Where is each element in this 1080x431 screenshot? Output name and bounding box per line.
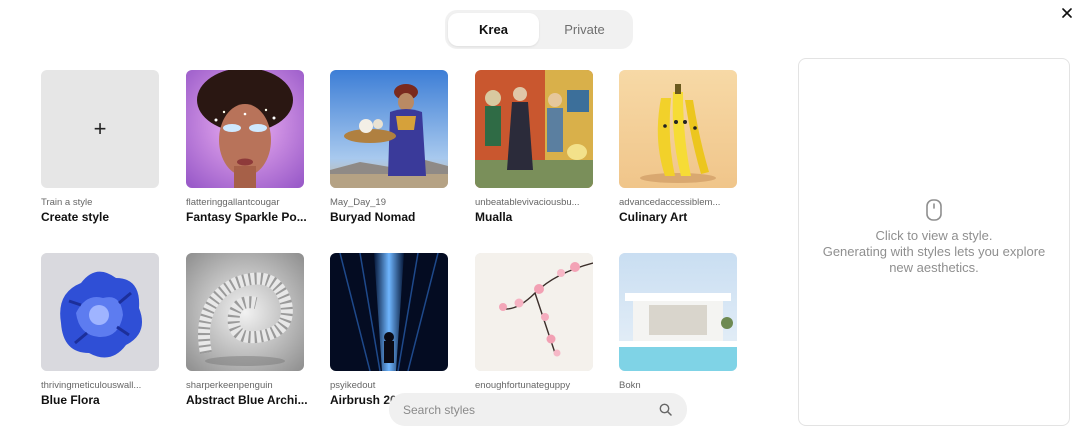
style-thumbnail	[330, 70, 448, 188]
card-author: flatteringgallantcougar	[186, 197, 280, 208]
style-thumbnail	[619, 70, 737, 188]
style-thumbnail	[475, 70, 593, 188]
buryad-nomad-image	[330, 70, 448, 188]
panel-hint-line2: Generating with styles lets you explore …	[822, 244, 1046, 275]
search-bar	[389, 393, 687, 426]
style-card-fantasy-sparkle[interactable]: flatteringgallantcougar Fantasy Sparkle …	[186, 70, 307, 224]
card-title: Fantasy Sparkle Po...	[186, 210, 307, 224]
style-thumbnail	[41, 253, 159, 371]
style-thumbnail	[330, 253, 448, 371]
card-title: Buryad Nomad	[330, 210, 416, 224]
card-title: Mualla	[475, 210, 513, 224]
card-title: Blue Flora	[41, 393, 100, 407]
style-card-blue-flora[interactable]: thrivingmeticulouswall... Blue Flora	[41, 253, 159, 407]
style-thumbnail	[186, 253, 304, 371]
card-title: Culinary Art	[619, 210, 688, 224]
tab-private[interactable]: Private	[539, 13, 630, 46]
style-card-culinary-art[interactable]: advancedaccessiblem... Culinary Art	[619, 70, 737, 224]
create-style-card[interactable]: + Train a style Create style	[41, 70, 159, 224]
style-card-airbrush[interactable]: psyikedout Airbrush 20	[330, 253, 448, 407]
cherry-blossom-image	[475, 253, 593, 371]
mouse-icon	[926, 199, 942, 221]
card-author: unbeatablevivaciousbu...	[475, 197, 580, 208]
architecture-image	[619, 253, 737, 371]
panel-hint-line1: Click to view a style.	[875, 228, 993, 243]
card-author: Bokn	[619, 380, 641, 391]
mualla-image	[475, 70, 593, 188]
blue-flora-image	[41, 253, 159, 371]
search-input[interactable]	[403, 402, 657, 417]
card-title: Abstract Blue Archi...	[186, 393, 308, 407]
card-author: sharperkeenpenguin	[186, 380, 273, 391]
close-icon	[1062, 8, 1072, 18]
style-card-architecture[interactable]: Bokn Architec...	[619, 253, 737, 407]
abstract-architecture-image	[186, 253, 304, 371]
style-card-mualla[interactable]: unbeatablevivaciousbu... Mualla	[475, 70, 593, 224]
card-author: psyikedout	[330, 380, 376, 391]
card-title: Create style	[41, 210, 110, 224]
tab-krea[interactable]: Krea	[448, 13, 539, 46]
style-thumbnail	[186, 70, 304, 188]
create-style-thumbnail: +	[41, 70, 159, 188]
fantasy-sparkle-image	[186, 70, 304, 188]
card-author: May_Day_19	[330, 197, 386, 208]
style-preview-panel: Click to view a style. Generating with s…	[798, 58, 1070, 426]
style-thumbnail	[475, 253, 593, 371]
plus-icon: +	[93, 116, 107, 141]
card-author: advancedaccessiblem...	[619, 197, 721, 208]
close-button[interactable]	[1058, 4, 1076, 22]
card-author: Train a style	[41, 197, 93, 208]
card-author: thrivingmeticulouswall...	[41, 380, 142, 391]
style-card-abstract-blue-architecture[interactable]: sharperkeenpenguin Abstract Blue Archi..…	[186, 253, 308, 407]
style-card-cherry-blossom[interactable]: enoughfortunateguppy	[475, 253, 593, 393]
culinary-art-image	[619, 70, 737, 188]
card-author: enoughfortunateguppy	[475, 380, 571, 391]
style-source-tabs: Krea Private	[445, 10, 633, 49]
search-icon[interactable]	[657, 402, 673, 418]
airbrush-image	[330, 253, 448, 371]
style-thumbnail	[619, 253, 737, 371]
style-card-buryad-nomad[interactable]: May_Day_19 Buryad Nomad	[330, 70, 448, 224]
